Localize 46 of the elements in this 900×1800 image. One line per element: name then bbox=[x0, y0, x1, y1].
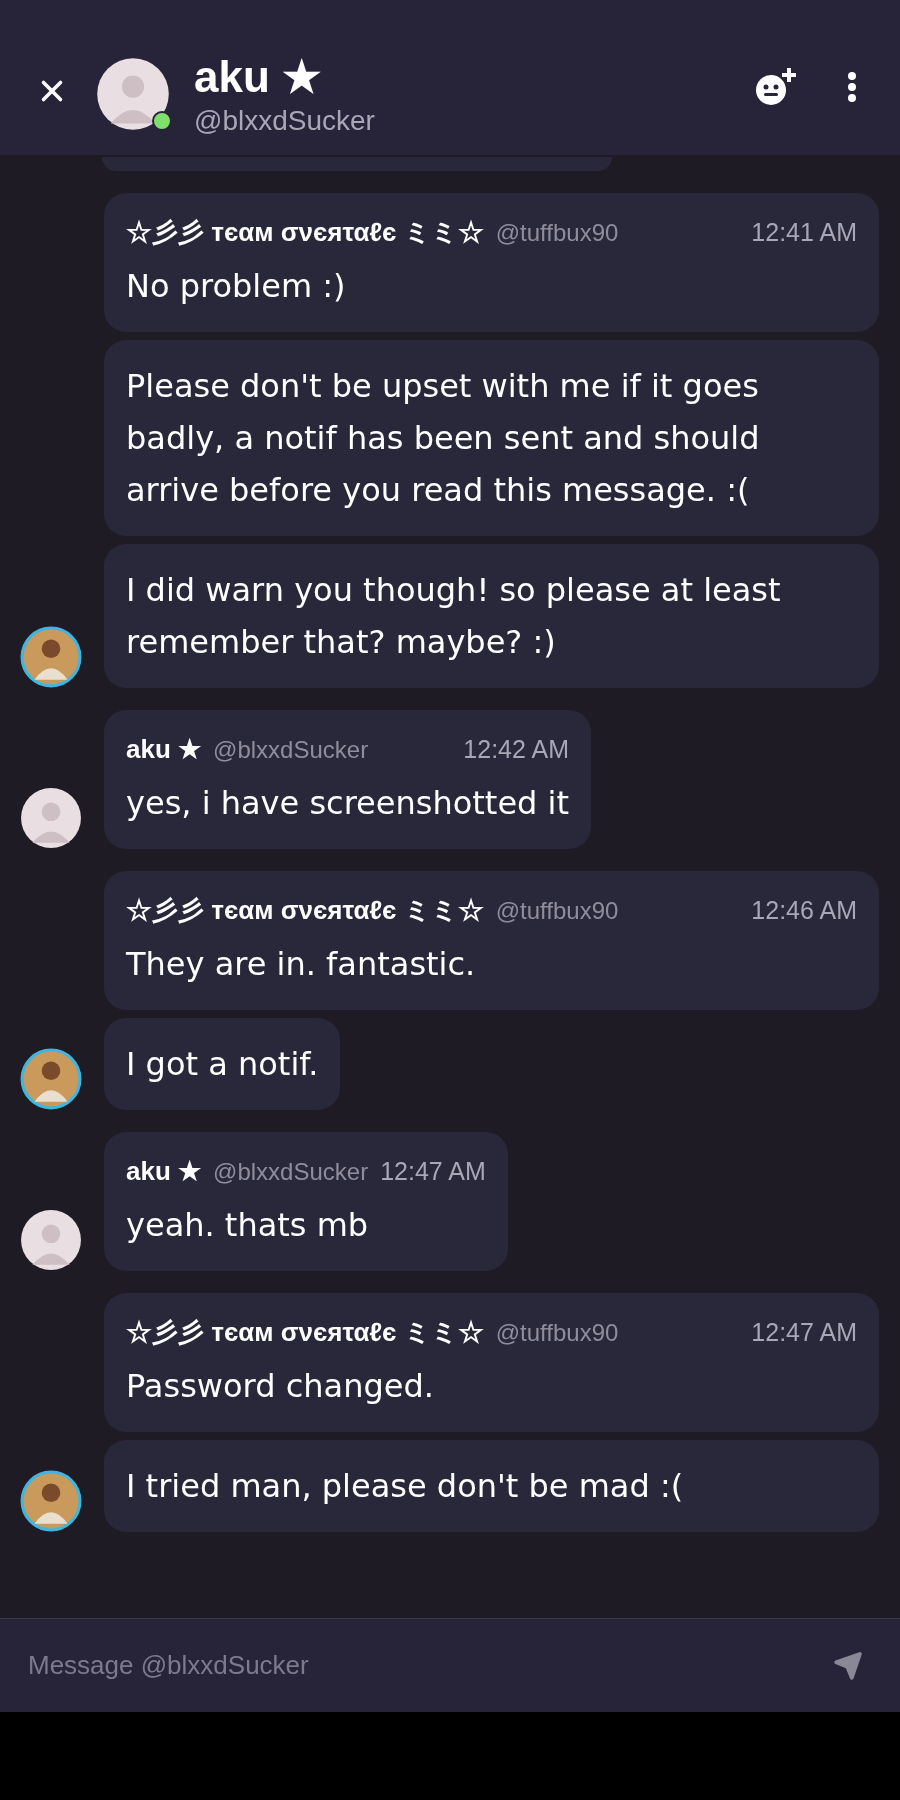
message-text: Please don't be upset with me if it goes badly, a notif has been sent and should arrive before you read this message. :( bbox=[126, 366, 761, 511]
message-text: yeah. thats mb bbox=[126, 1205, 370, 1246]
message-bubble[interactable]: aku ★ @blxxdSucker 12:42 AM yes, i have screenshotted it bbox=[104, 710, 591, 849]
contact-handle: @blxxdSucker bbox=[194, 104, 376, 138]
author-handle: @tuffbux90 bbox=[495, 218, 619, 248]
message-text: I got a notif. bbox=[126, 1044, 319, 1085]
avatar[interactable] bbox=[20, 1209, 82, 1271]
message-text: No problem :) bbox=[126, 266, 347, 307]
avatar[interactable] bbox=[20, 787, 82, 849]
more-icon bbox=[848, 72, 856, 102]
author-name[interactable]: ☆彡彡 тєαм σνєяταℓє ミミ☆ bbox=[126, 1313, 484, 1352]
author-name[interactable]: aku ★ bbox=[126, 730, 202, 769]
avatar[interactable] bbox=[20, 626, 82, 688]
message-bubble[interactable]: I did warn you though! so please at least remember that? maybe? :) bbox=[104, 544, 879, 688]
author-name[interactable]: ☆彡彡 тєαм σνєяταℓє ミミ☆ bbox=[126, 891, 484, 930]
avatar[interactable] bbox=[20, 1048, 82, 1110]
message-bubble[interactable]: aku ★ @blxxdSucker 12:47 AM yeah. thats mb bbox=[104, 1132, 508, 1271]
author-handle: @tuffbux90 bbox=[495, 1318, 619, 1348]
message-bubble[interactable]: ☆彡彡 тєαм σνєяταℓє ミミ☆ @tuffbux90 12:47 AM Password changed. bbox=[104, 1293, 879, 1432]
message-time: 12:47 AM bbox=[380, 1156, 486, 1187]
message-bubble[interactable]: Please don't be upset with me if it goes badly, a notif has been sent and should arrive before you read this message. :( bbox=[104, 340, 879, 536]
message-bubble[interactable]: ☆彡彡 тєαм σνєяταℓє ミミ☆ @tuffbux90 12:46 AM They are in. fantastic. bbox=[104, 871, 879, 1010]
contact-name: aku ★ bbox=[194, 51, 323, 103]
avatar[interactable] bbox=[96, 57, 170, 131]
author-handle: @tuffbux90 bbox=[495, 896, 619, 926]
author-name[interactable]: ☆彡彡 тєαм σνєяταℓє ミミ☆ bbox=[126, 213, 484, 252]
message-text-input[interactable]: Message @blxxdSucker bbox=[28, 1646, 824, 1685]
message-bubble[interactable]: I got a notif. bbox=[104, 1018, 341, 1110]
message-time: 12:47 AM bbox=[751, 1317, 857, 1348]
message-time: 12:46 AM bbox=[751, 895, 857, 926]
author-handle: @blxxdSucker bbox=[213, 1157, 369, 1187]
message-time: 12:41 AM bbox=[751, 217, 857, 248]
message-text: I tried man, please don't be mad :( bbox=[126, 1466, 685, 1507]
author-handle: @blxxdSucker bbox=[213, 735, 369, 765]
message-bubble[interactable]: I tried man, please don't be mad :( bbox=[104, 1440, 879, 1532]
message-time: 12:42 AM bbox=[463, 734, 569, 765]
smiley-plus-icon bbox=[753, 66, 799, 108]
message-text: They are in. fantastic. bbox=[126, 944, 477, 985]
avatar[interactable] bbox=[20, 1470, 82, 1532]
message-bubble[interactable]: ☆彡彡 тєαм σνєяταℓє ミミ☆ @tuffbux90 12:41 AM No problem :) bbox=[104, 193, 879, 332]
send-icon bbox=[833, 1650, 863, 1681]
message-input[interactable]: Message @blxxdSucker bbox=[0, 1618, 900, 1712]
message-text: Password changed. bbox=[126, 1366, 435, 1407]
message-text: yes, i have screenshotted it bbox=[126, 783, 569, 824]
author-name[interactable]: aku ★ bbox=[126, 1152, 202, 1191]
message-text: I did warn you though! so please at least remember that? maybe? :) bbox=[126, 570, 782, 663]
